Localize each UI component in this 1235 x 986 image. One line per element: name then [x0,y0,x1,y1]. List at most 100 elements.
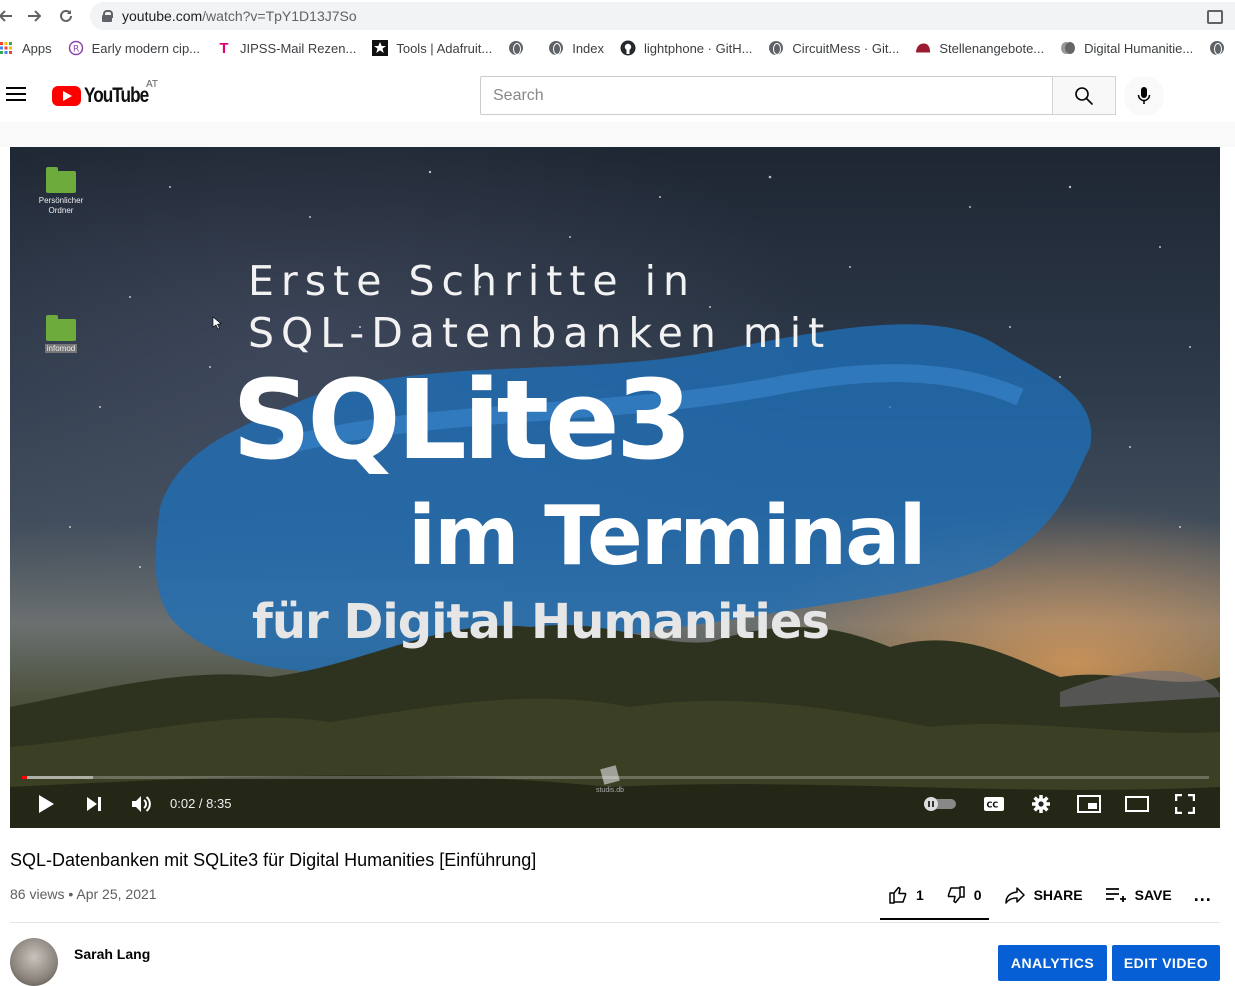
like-button[interactable]: 1 [888,885,924,905]
reload-icon[interactable] [52,2,80,30]
bookmark-globe[interactable] [508,40,532,56]
video-player[interactable]: Persönlicher Ordner infomod Erste Schrit… [10,147,1220,828]
bookmark-apps[interactable]: Apps [0,40,52,56]
share-label: SHARE [1033,887,1083,903]
progress-played [22,776,27,779]
video-actions: 1 0 SHARE SAVE ... [880,870,1212,920]
dislike-button[interactable]: 0 [946,885,982,905]
desktop-file-studis: studis.db [593,765,627,794]
video-frame-art [10,170,1220,828]
like-count: 1 [916,887,924,903]
menu-icon[interactable] [6,87,26,101]
share-button[interactable]: SHARE [1004,885,1083,905]
time-text: 0:02 / 8:35 [170,796,232,811]
bookmark-index[interactable]: Index [548,40,604,56]
bookmark-circuitmess[interactable]: CircuitMess · Git... [768,40,899,56]
overlay-line-3: im Terminal [408,489,927,584]
thumbs-down-icon [947,886,965,904]
autoplay-toggle-icon [924,797,956,811]
bookmark-early-modern[interactable]: R Early modern cip... [68,40,200,56]
hat-icon [915,40,931,56]
edit-video-button[interactable]: EDIT VIDEO [1112,945,1220,981]
theater-mode-button[interactable] [1123,790,1151,818]
bookmark-label: CircuitMess · Git... [792,40,900,56]
overlay-line-2: SQL-Datenbanken mit [248,309,832,357]
add-to-playlist-icon [1105,888,1126,902]
desktop-file-label: studis.db [595,787,625,794]
progress-bar[interactable] [22,776,1209,779]
gear-icon [1032,795,1050,813]
overlay-title-big: SQLite3 [232,356,692,484]
address-bar[interactable]: youtube.com/watch?v=TpY1D13J7So [90,2,1235,30]
bookmark-more-globe[interactable] [1209,40,1233,56]
youtube-wordmark: YouTube [84,84,149,107]
bookmark-digital-humanities[interactable]: Digital Humanitie... [1060,40,1193,56]
search-button[interactable] [1052,76,1116,115]
bookmark-label: Early modern cip... [91,40,201,56]
thumbs-up-icon [889,886,907,904]
autoplay-toggle[interactable] [922,790,958,818]
bookmark-label: Tools | Adafruit... [396,40,493,56]
overlay-line-1: Erste Schritte in [248,257,697,305]
miniplayer-button[interactable] [1075,790,1103,818]
bookmark-stellenangebote[interactable]: Stellenangebote... [915,40,1044,56]
file-icon [600,765,620,785]
time-display: 0:02 / 8:35 [170,796,231,811]
globe-icon [548,40,564,56]
voice-search-button[interactable] [1124,76,1164,116]
bookmarks-bar: Apps R Early modern cip... T JIPSS-Mail … [0,32,1235,64]
youtube-header: YouTube AT Search [0,64,1235,122]
theater-icon [1125,796,1149,812]
youtube-play-icon [52,86,81,106]
desktop-folder-personal[interactable]: Persönlicher Ordner [36,167,86,216]
search-placeholder: Search [493,86,544,104]
settings-button[interactable] [1027,790,1055,818]
bookmark-adafruit[interactable]: Tools | Adafruit... [372,40,492,56]
fullscreen-button[interactable] [1171,790,1199,818]
bookmark-jipss[interactable]: T JIPSS-Mail Rezen... [216,39,356,57]
next-button[interactable] [80,790,108,818]
search-input[interactable]: Search [480,76,1053,115]
search-icon [1075,86,1094,105]
more-actions-button[interactable]: ... [1194,885,1212,906]
apps-grid-icon [0,40,14,56]
dislike-count: 0 [973,887,982,903]
progress-buffered [22,776,94,779]
desktop-folder-infomod[interactable]: infomod [36,315,86,354]
divider [10,922,1220,923]
url-path: /watch?v=TpY1D13J7So [202,8,357,24]
subtitles-button[interactable]: CC [980,790,1008,818]
globe-icon [768,40,784,56]
url-host: youtube.com [122,8,203,24]
cc-icon: CC [984,797,1004,811]
channel-avatar[interactable] [10,938,58,986]
channel-name[interactable]: Sarah Lang [74,946,150,962]
back-icon[interactable] [0,2,20,30]
next-icon [87,797,101,811]
bookmark-label: lightphone · GitH... [644,40,753,56]
github-icon [620,40,636,56]
play-button[interactable] [32,790,60,818]
adafruit-star-icon [372,40,389,56]
page-background [0,122,1235,147]
bookmark-label: Stellenangebote... [939,40,1045,56]
forward-icon[interactable] [20,2,48,30]
install-app-icon[interactable] [1207,10,1223,24]
share-icon [1004,887,1025,904]
video-title: SQL-Datenbanken mit SQLite3 für Digital … [10,850,537,870]
volume-icon [132,796,151,812]
analytics-button[interactable]: ANALYTICS [998,945,1107,981]
svg-text:CC: CC [987,801,999,810]
globe-icon [508,40,524,56]
bookmark-label: Apps [22,40,52,56]
more-icon: ... [1193,884,1212,905]
play-icon [39,795,54,813]
globe-icon [1209,40,1225,56]
telekom-icon: T [219,39,229,57]
bookmark-label: Index [572,40,605,56]
desktop-folder-label: Persönlicher Ordner [38,196,84,215]
bookmark-lightphone[interactable]: lightphone · GitH... [620,40,752,56]
save-button[interactable]: SAVE [1105,886,1172,904]
volume-button[interactable] [127,790,155,818]
folder-icon [46,167,76,193]
